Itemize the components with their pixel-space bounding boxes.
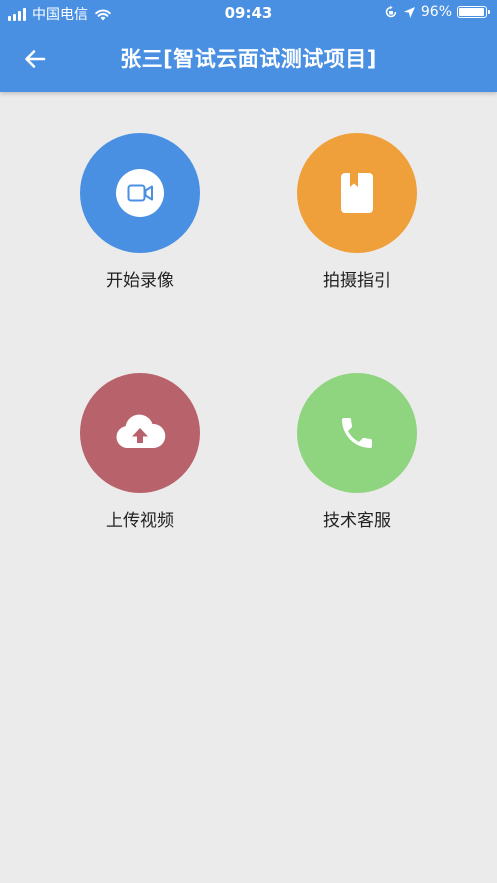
- location-arrow-icon: [403, 6, 415, 18]
- status-right: 96%: [384, 4, 490, 20]
- battery-icon: [457, 6, 490, 18]
- shooting-guide-label: 拍摄指引: [323, 271, 391, 291]
- tech-support-circle: [297, 373, 417, 493]
- rotation-lock-icon: [385, 5, 397, 18]
- shooting-guide-button[interactable]: 拍摄指引: [277, 133, 437, 291]
- shooting-guide-circle: [297, 133, 417, 253]
- upload-video-button[interactable]: 上传视频: [60, 373, 220, 531]
- status-bar: 中国电信 09:43 96%: [0, 0, 497, 26]
- phone-icon: [342, 418, 372, 448]
- start-recording-circle: [80, 133, 200, 253]
- start-recording-label: 开始录像: [106, 271, 174, 291]
- tech-support-button[interactable]: 技术客服: [277, 373, 437, 531]
- battery-percent: 96%: [420, 4, 452, 20]
- page-title: 张三[智试云面试测试项目]: [120, 47, 377, 71]
- book-icon: [341, 173, 373, 213]
- arrow-left-icon: [25, 50, 46, 68]
- start-recording-button[interactable]: 开始录像: [60, 133, 220, 291]
- app-bar: 中国电信 09:43 96% 张三[智试云面试测试项目]: [0, 0, 497, 92]
- tech-support-label: 技术客服: [323, 511, 391, 531]
- battery-fill: [459, 8, 484, 16]
- upload-video-label: 上传视频: [106, 511, 174, 531]
- back-button[interactable]: [18, 42, 52, 76]
- video-camera-icon: [116, 169, 164, 217]
- upload-video-circle: [80, 373, 200, 493]
- cloud-upload-icon: [116, 414, 166, 448]
